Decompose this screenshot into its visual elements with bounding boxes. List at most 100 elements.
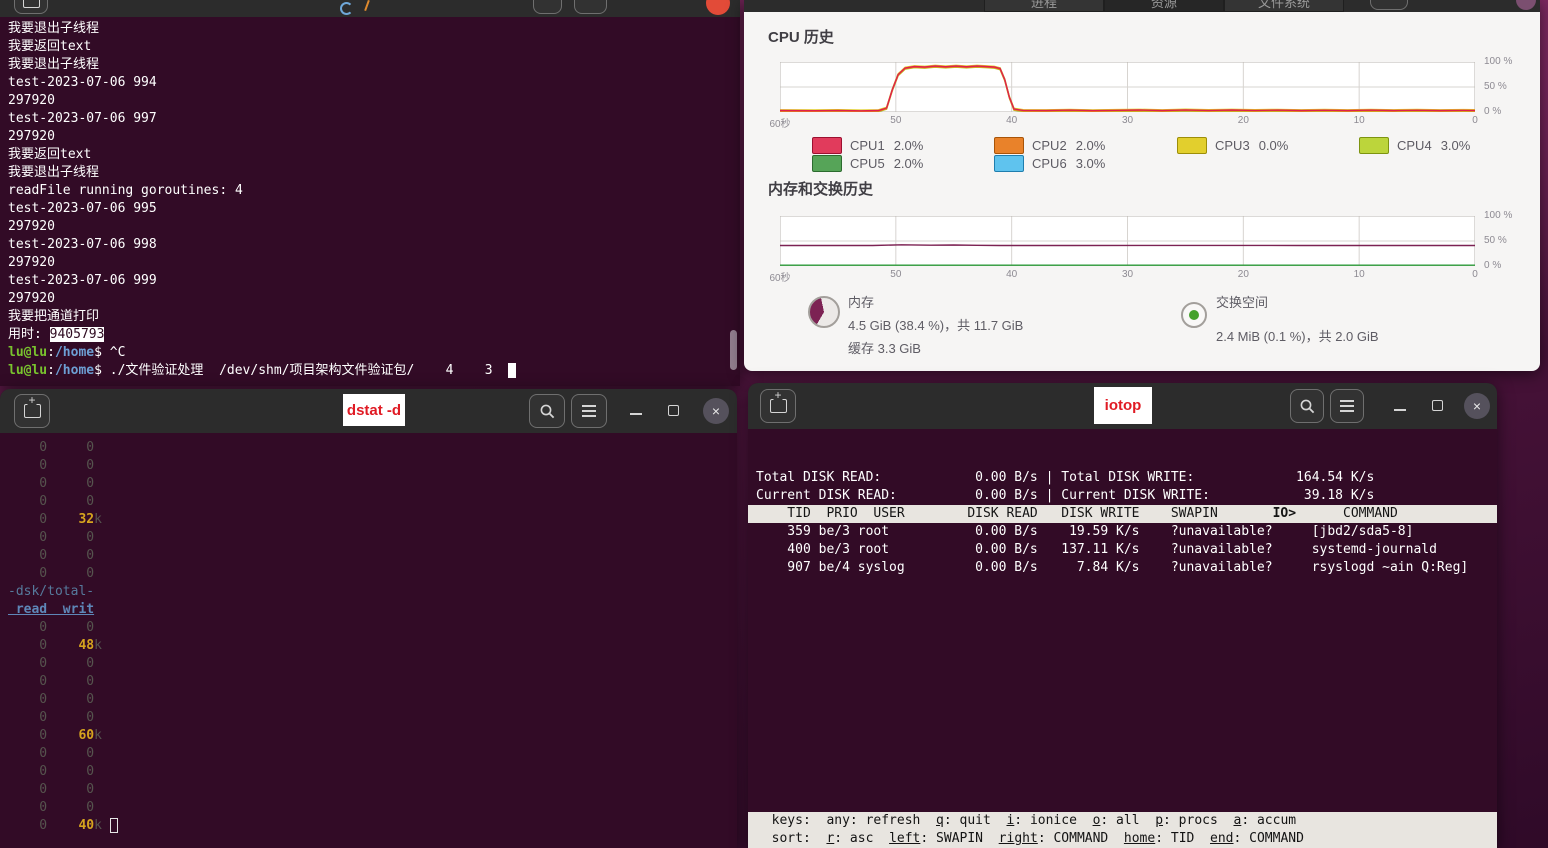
dstat-line: 0 48k [8, 637, 737, 655]
dstat-line: read writ [8, 601, 737, 619]
memory-pie-icon [808, 296, 840, 328]
tab-filesystems[interactable]: 文件系统 [1224, 0, 1344, 12]
dstat-terminal-window: dstat -d × 0 0 0 0 0 0 0 0 0 32k 0 0 0 0… [0, 389, 737, 848]
legend-color-chip [812, 137, 842, 154]
window-title: iotop [1094, 387, 1152, 424]
dstat-line: 0 0 [8, 565, 737, 583]
legend-cpu-value: 2.0% [894, 156, 924, 171]
terminal-line: test-2023-07-06 999 [8, 272, 736, 290]
menu-button[interactable] [571, 394, 607, 428]
memory-label: 内存 [848, 292, 874, 311]
system-monitor-window: 进程 资源 文件系统 CPU 历史 100 %50 %0 % 60秒504030… [744, 0, 1540, 371]
terminal-main-output: 我要退出子线程我要返回text我要退出子线程test-2023-07-06 99… [0, 17, 740, 386]
minimize-button[interactable] [1394, 409, 1406, 411]
menu-button[interactable] [574, 0, 607, 14]
iotop-terminal-window: iotop × Total DISK READ: 0.00 B/s | Tota… [748, 383, 1497, 848]
terminal-line: test-2023-07-06 994 [8, 74, 736, 92]
new-tab-icon [23, 0, 40, 8]
cpu-legend-item: CPU43.0% [1359, 136, 1470, 154]
dstat-line: 0 0 [8, 493, 737, 511]
x-tick-label: 0 [1453, 269, 1497, 280]
x-tick-label: 20 [1221, 115, 1265, 126]
menu-button[interactable] [1370, 0, 1408, 10]
legend-color-chip [812, 155, 842, 172]
iotop-footer-line: sort: r: asc left: SWAPIN right: COMMAND… [748, 830, 1497, 848]
iotop-keys-bar: keys: any: refresh q: quit i: ionice o: … [748, 812, 1497, 848]
search-button[interactable] [529, 394, 565, 428]
y-tick-label: 50 % [1484, 81, 1507, 92]
dstat-line: 0 0 [8, 745, 737, 763]
iotop-line: Current DISK READ: 0.00 B/s | Current DI… [756, 487, 1497, 505]
memory-history-heading: 内存和交换历史 [768, 178, 873, 199]
x-tick-label: 20 [1221, 269, 1265, 280]
terminal-line: 297920 [8, 92, 736, 110]
dstat-line: 0 0 [8, 799, 737, 817]
scrollbar[interactable] [730, 330, 737, 370]
window-title: dstat -d [343, 394, 405, 426]
tab-label: 进程 [985, 0, 1103, 11]
dstat-output: 0 0 0 0 0 0 0 0 0 32k 0 0 0 0 0 0-dsk/to… [0, 433, 737, 848]
legend-cpu-value: 2.0% [894, 138, 924, 153]
y-tick-label: 50 % [1484, 235, 1507, 246]
close-button[interactable]: × [703, 398, 729, 424]
cpu-legend-item: CPU22.0% [994, 136, 1105, 154]
x-tick-label: 60秒 [758, 269, 802, 284]
legend-cpu-name: CPU1 [850, 138, 885, 153]
cpu-legend-item: CPU30.0% [1177, 136, 1288, 154]
dstat-line: 0 0 [8, 763, 737, 781]
dstat-line: 0 0 [8, 529, 737, 547]
maximize-button[interactable] [668, 405, 679, 416]
dstat-line: 0 60k [8, 727, 737, 745]
terminal-line: test-2023-07-06 995 [8, 200, 736, 218]
legend-cpu-name: CPU4 [1397, 138, 1432, 153]
tab-resources[interactable]: 资源 [1104, 0, 1224, 12]
hamburger-icon [1340, 405, 1354, 407]
close-button[interactable] [1516, 0, 1536, 10]
terminal-line: 我要把通道打印 [8, 308, 736, 326]
legend-cpu-value: 0.0% [1259, 138, 1289, 153]
terminal-window-main: 我要退出子线程我要返回text我要退出子线程test-2023-07-06 99… [0, 0, 740, 386]
tab-processes[interactable]: 进程 [984, 0, 1104, 12]
iotop-line: 400 be/3 root 0.00 B/s 137.11 K/s ?unava… [756, 541, 1497, 559]
cpu-history-chart [780, 62, 1475, 112]
close-button[interactable]: × [1464, 393, 1490, 419]
cpu-history-heading: CPU 历史 [768, 26, 834, 47]
search-button[interactable] [1290, 389, 1324, 423]
terminal-title-icon [340, 2, 353, 15]
legend-cpu-value: 3.0% [1076, 156, 1106, 171]
terminal-line: 我要退出子线程 [8, 20, 736, 38]
terminal-line: test-2023-07-06 997 [8, 110, 736, 128]
menu-button[interactable] [1330, 389, 1364, 423]
close-button[interactable] [706, 0, 730, 15]
iotop-line: 359 be/3 root 0.00 B/s 19.59 K/s ?unavai… [756, 523, 1497, 541]
terminal-line: 我要退出子线程 [8, 56, 736, 74]
terminal-line: readFile running goroutines: 4 [8, 182, 736, 200]
new-tab-button[interactable] [760, 389, 796, 423]
tab-label: 资源 [1105, 0, 1223, 11]
new-tab-button[interactable] [14, 394, 50, 428]
legend-color-chip [994, 155, 1024, 172]
iotop-output: Total DISK READ: 0.00 B/s | Total DISK W… [748, 429, 1497, 848]
cpu-legend-item: CPU52.0% [812, 154, 923, 172]
hamburger-icon [582, 410, 596, 412]
new-tab-icon [770, 399, 787, 413]
x-tick-label: 40 [990, 269, 1034, 280]
terminal-line: 我要返回text [8, 38, 736, 56]
terminal-title-icon-fragment [364, 0, 370, 11]
close-icon: × [712, 404, 720, 418]
y-tick-label: 100 % [1484, 210, 1512, 221]
search-button[interactable] [533, 0, 562, 14]
terminal-line: 我要退出子线程 [8, 164, 736, 182]
cpu-legend-item: CPU1 2.0% [812, 136, 923, 154]
swap-label: 交换空间 [1216, 292, 1268, 311]
iotop-footer-line: keys: any: refresh q: quit i: ionice o: … [748, 812, 1497, 830]
minimize-button[interactable] [630, 413, 642, 415]
close-icon: × [1473, 399, 1481, 413]
legend-cpu-value: 2.0% [1076, 138, 1106, 153]
x-tick-label: 40 [990, 115, 1034, 126]
memory-usage-value: 4.5 GiB (38.4 %)，共 11.7 GiB [848, 315, 1023, 334]
new-tab-button[interactable] [14, 0, 48, 14]
x-tick-label: 50 [874, 115, 918, 126]
terminal-line: 297920 [8, 254, 736, 272]
maximize-button[interactable] [1432, 400, 1443, 411]
